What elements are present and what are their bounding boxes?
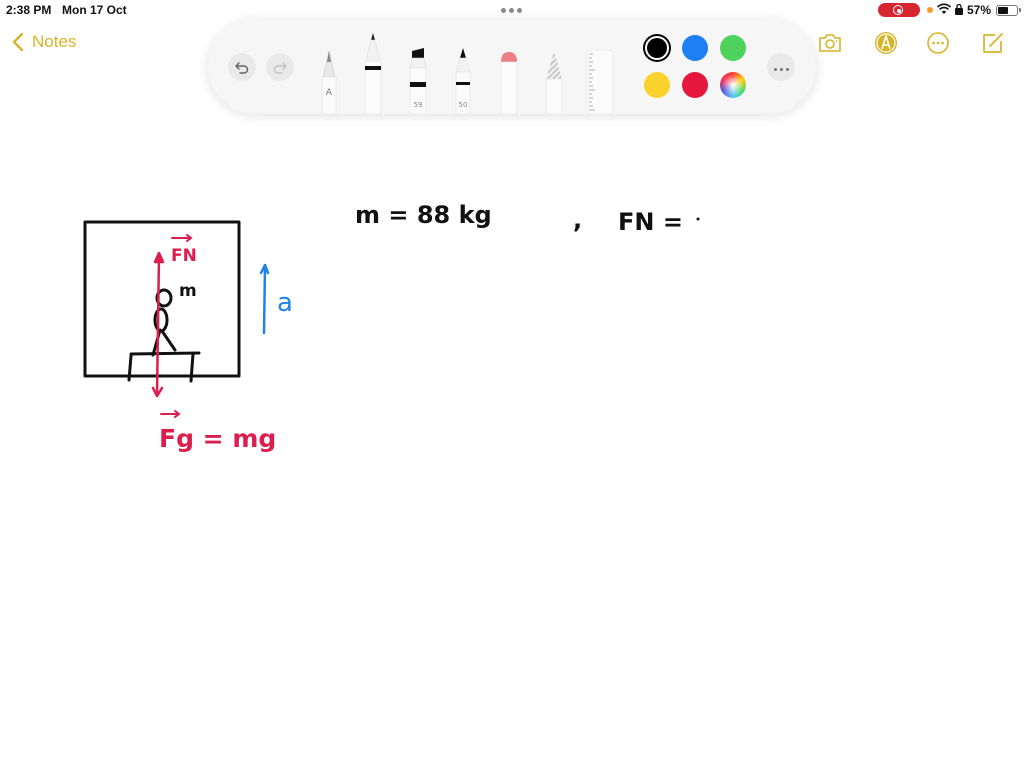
redo-icon — [273, 62, 287, 74]
label-mass: m — [179, 281, 197, 301]
wifi-icon — [937, 3, 951, 14]
acceleration-arrow — [259, 263, 270, 335]
tool-monoline-pen[interactable]: A — [318, 48, 340, 114]
monoline-pen-icon — [321, 50, 337, 114]
tool-label: A — [325, 88, 333, 98]
tool-marker[interactable]: 59 — [407, 48, 429, 114]
battery-percent: 57% — [967, 3, 992, 17]
screen-recording-icon[interactable] — [878, 3, 920, 17]
more-icon[interactable] — [925, 30, 951, 56]
battery-icon — [996, 5, 1018, 16]
scale-leg-right — [189, 352, 195, 383]
note-canvas[interactable]: FN m a Fg = mg m = 88 kg , FN = — [0, 120, 1024, 768]
ink-dot — [696, 217, 700, 221]
person-figure — [151, 288, 177, 357]
status-time: 2:38 PM — [6, 3, 52, 17]
scale-platform — [129, 351, 201, 356]
camera-icon[interactable] — [817, 30, 843, 56]
undo-button[interactable] — [228, 53, 256, 81]
palette-more-button[interactable] — [767, 53, 795, 81]
equation-mass: m = 88 kg — [355, 201, 492, 229]
mic-indicator-dot — [927, 7, 933, 13]
orientation-lock-icon — [955, 4, 963, 15]
status-bar: 2:38 PM Mon 17 Oct 57% — [0, 0, 1024, 20]
tool-fountain-pen[interactable]: 50 — [452, 48, 474, 114]
battery-cap — [1019, 8, 1021, 12]
battery-level — [998, 7, 1009, 14]
tool-palette: A 59 50 — [208, 19, 816, 114]
ruler-icon — [586, 49, 614, 114]
chevron-left-icon — [12, 32, 24, 52]
back-label: Notes — [32, 32, 77, 51]
tool-eraser[interactable] — [498, 48, 520, 114]
label-fn-top: FN — [171, 246, 197, 266]
multitasking-handle[interactable] — [501, 8, 522, 13]
color-swatch-blue[interactable] — [682, 35, 708, 61]
pen-icon — [364, 33, 382, 114]
tool-pencil[interactable] — [543, 48, 565, 114]
status-date: Mon 17 Oct — [62, 3, 127, 17]
equation-separator: , — [573, 206, 582, 234]
color-swatch-green[interactable] — [720, 35, 746, 61]
label-gravity: Fg = mg — [159, 424, 276, 453]
label-acceleration: a — [277, 288, 293, 318]
vector-arrow-fn — [171, 234, 193, 242]
undo-icon — [235, 62, 249, 74]
back-button[interactable]: Notes — [10, 31, 76, 53]
tool-label: 50 — [458, 101, 468, 109]
pencil-icon — [545, 51, 563, 114]
eraser-icon — [500, 52, 518, 114]
scale-leg-left — [127, 354, 133, 382]
ellipsis-icon — [772, 58, 790, 76]
equation-normal-force: FN = — [618, 208, 683, 236]
redo-button[interactable] — [266, 53, 294, 81]
tool-pen[interactable] — [362, 32, 384, 114]
color-swatch-red[interactable] — [682, 72, 708, 98]
color-swatch-multicolor[interactable] — [720, 72, 746, 98]
markup-icon[interactable] — [873, 30, 899, 56]
vector-arrow-fg — [160, 410, 181, 418]
color-swatch-black[interactable] — [647, 38, 667, 58]
color-swatch-yellow[interactable] — [644, 72, 670, 98]
compose-icon[interactable] — [980, 30, 1006, 56]
tool-label: 59 — [413, 101, 423, 109]
tool-ruler[interactable] — [586, 48, 614, 114]
